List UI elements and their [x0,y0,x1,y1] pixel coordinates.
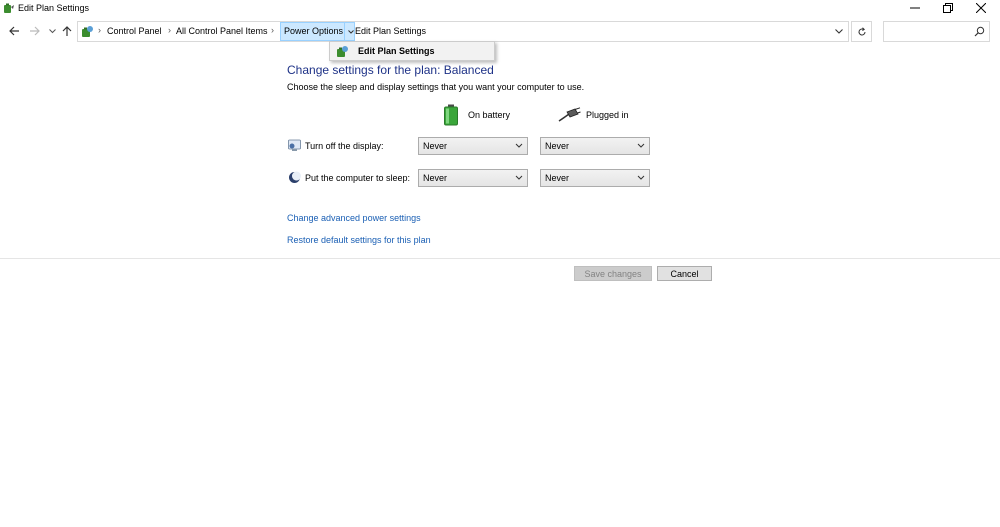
display-setting-label: Turn off the display: [305,141,384,151]
sleep-plugged-select[interactable]: Never [540,169,650,187]
footer-divider [0,258,1000,259]
monitor-icon [288,139,301,151]
page-description: Choose the sleep and display settings th… [287,82,585,92]
battery-icon [444,104,458,126]
breadcrumb-dropdown-menu: Edit Plan Settings [329,41,495,61]
breadcrumb-separator: › [98,25,101,35]
sleep-plugged-value: Never [545,173,570,183]
address-bar[interactable]: › Control Panel › All Control Panel Item… [77,21,849,42]
restore-button[interactable] [933,0,963,16]
sleep-battery-value: Never [423,173,448,183]
cancel-button[interactable]: Cancel [657,266,712,281]
breadcrumb-control-panel[interactable]: Control Panel [107,26,162,36]
sleep-battery-select[interactable]: Never [418,169,528,187]
refresh-icon [858,26,865,35]
column-label-battery: On battery [468,110,511,120]
refresh-button[interactable] [851,21,872,42]
back-button[interactable] [7,24,21,38]
display-plugged-select[interactable]: Never [540,137,650,155]
display-battery-select[interactable]: Never [418,137,528,155]
sleep-setting-label: Put the computer to sleep: [305,173,411,183]
navigation-bar: › Control Panel › All Control Panel Item… [0,20,1000,44]
breadcrumb-edit-plan[interactable]: Edit Plan Settings [355,26,426,36]
restore-defaults-link[interactable]: Restore default settings for this plan [287,235,431,245]
arrow-up-icon [62,25,72,36]
forward-button[interactable] [27,24,41,38]
restore-icon [943,3,953,13]
moon-icon [289,171,301,183]
chevron-down-icon [348,29,354,34]
control-panel-icon [82,26,93,37]
window-title: Edit Plan Settings [18,3,90,13]
minimize-icon [910,7,920,9]
breadcrumb-all-items[interactable]: All Control Panel Items [176,26,268,36]
page-title: Change settings for the plan: Balanced [287,63,494,77]
search-input[interactable] [883,21,990,42]
chevron-down-icon [515,175,523,180]
chevron-down-icon [515,143,523,148]
chevron-down-icon [48,28,56,33]
chevron-down-icon [637,143,645,148]
breadcrumb-separator: › [271,25,274,35]
plug-icon [558,107,581,122]
title-bar: Edit Plan Settings [0,0,1000,18]
power-options-icon [4,3,14,13]
menu-item-edit-plan-settings[interactable]: Edit Plan Settings [332,44,492,59]
display-battery-value: Never [423,141,448,151]
up-button[interactable] [60,24,74,38]
chevron-down-icon[interactable] [834,26,844,36]
power-options-icon [337,46,348,57]
save-changes-button[interactable]: Save changes [574,266,652,281]
breadcrumb-power-options-label: Power Options [284,26,344,36]
arrow-left-icon [8,26,19,36]
search-icon [974,26,985,37]
column-label-plugged-in: Plugged in [586,110,629,120]
advanced-power-settings-link[interactable]: Change advanced power settings [287,213,421,223]
recent-locations-button[interactable] [45,24,59,38]
breadcrumb-separator: › [168,25,171,35]
menu-item-label: Edit Plan Settings [358,46,435,56]
arrow-right-icon [29,26,40,36]
close-button[interactable] [966,0,996,16]
minimize-button[interactable] [900,0,930,16]
close-icon [976,3,986,13]
display-plugged-value: Never [545,141,570,151]
chevron-down-icon [637,175,645,180]
